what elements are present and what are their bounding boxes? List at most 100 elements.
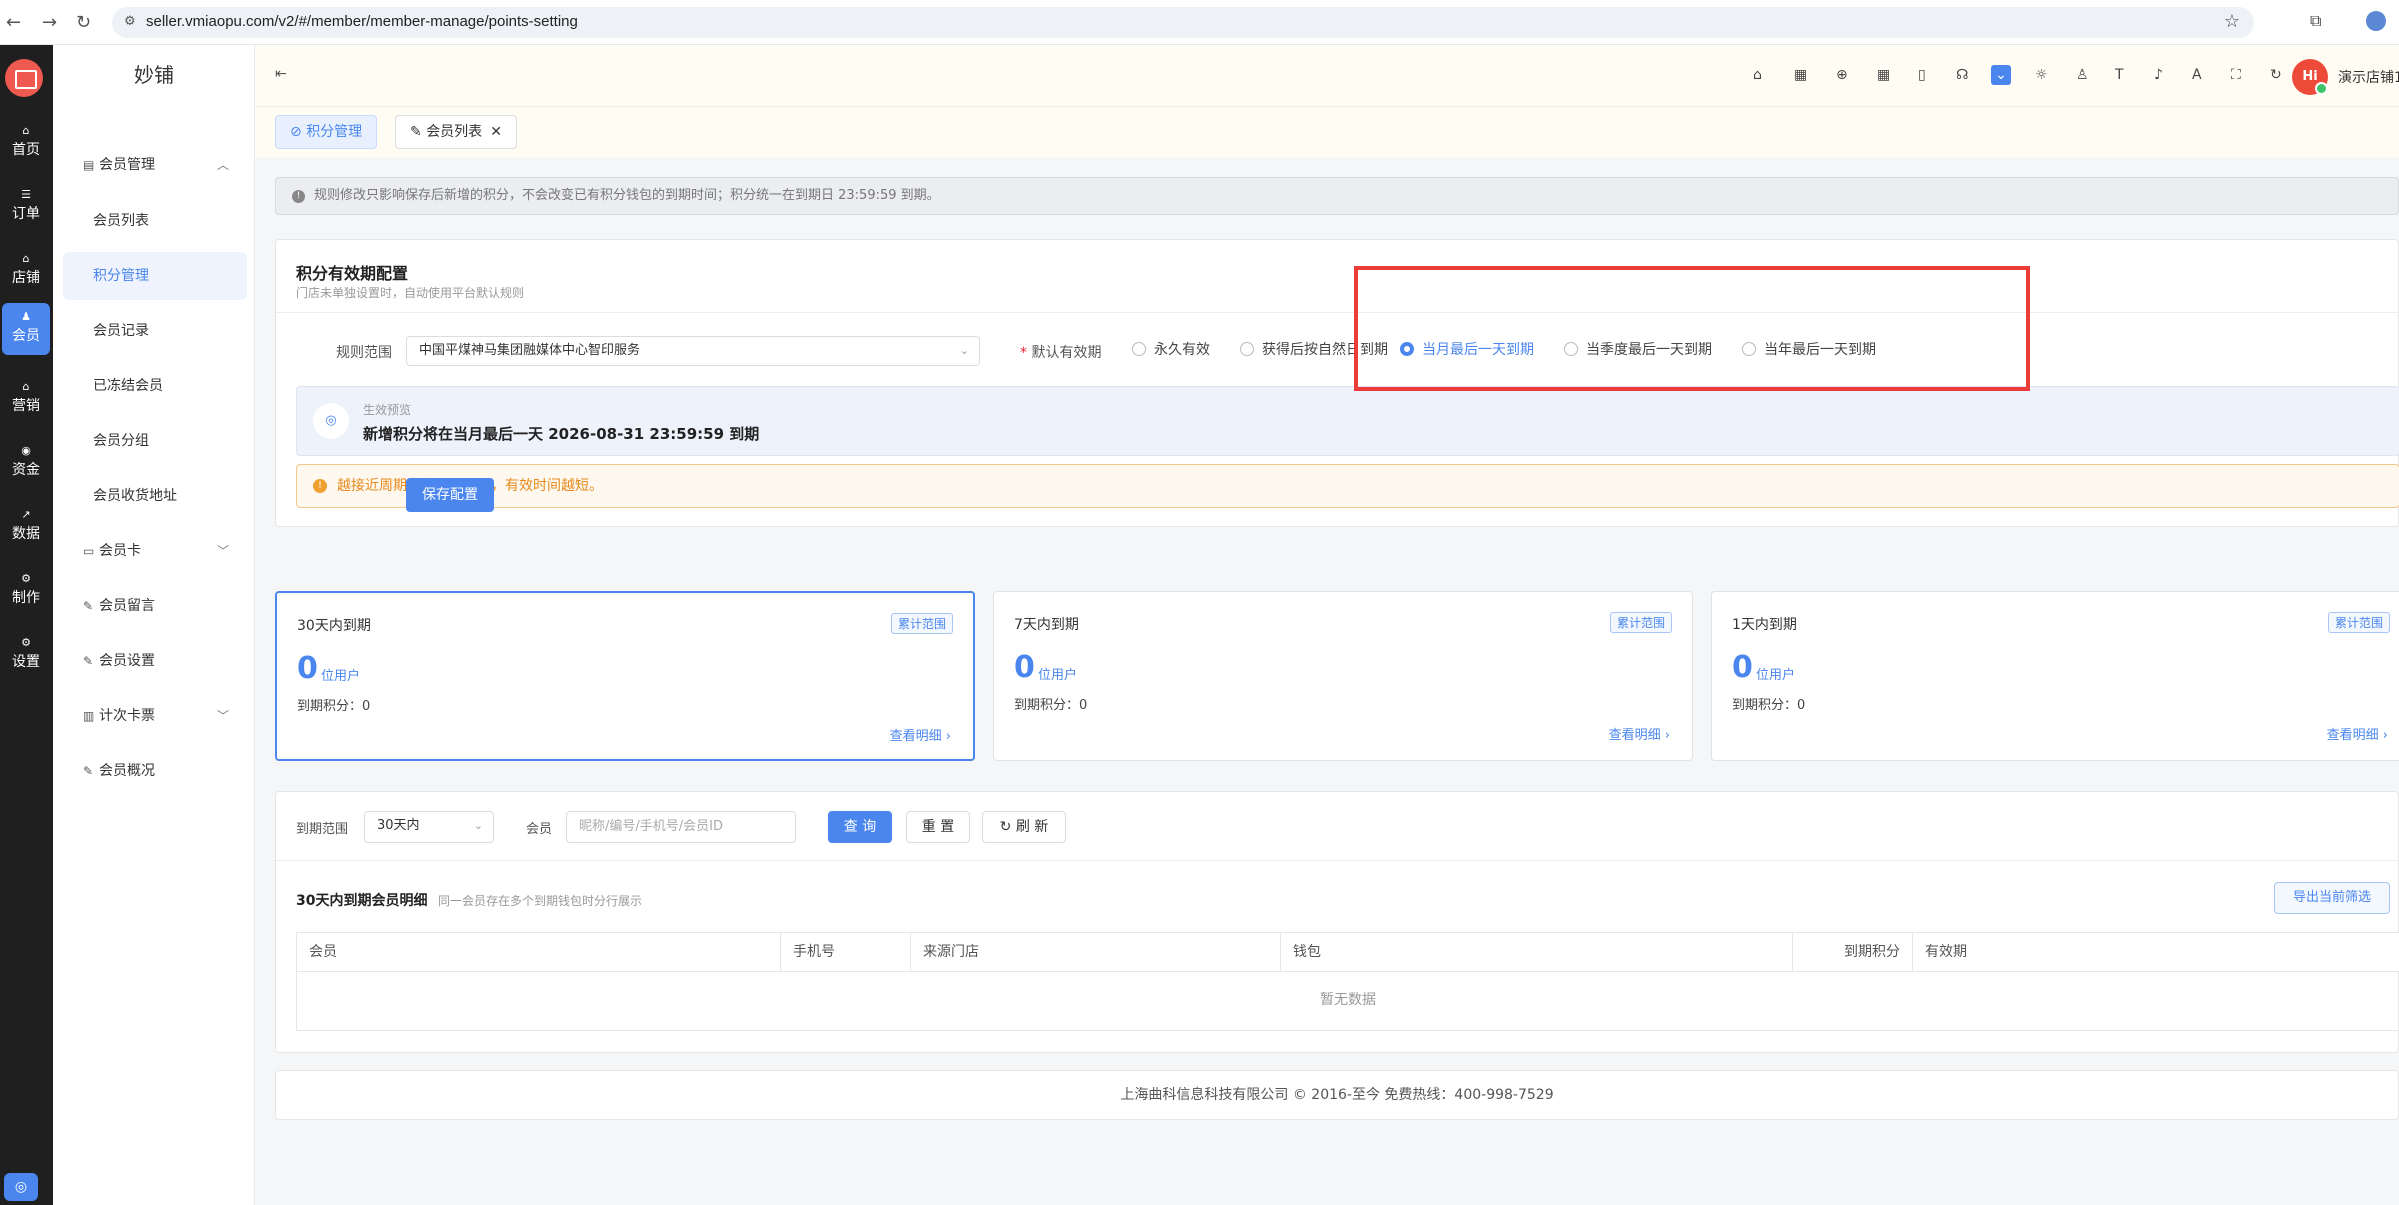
stat-card-7d[interactable]: 7天内到期 累计范围 0 位用户 到期积分：0 查看明细 › (993, 591, 1693, 761)
home-icon[interactable]: ⌂ (1753, 67, 1762, 83)
sun-icon[interactable]: ☼ (2035, 67, 2048, 83)
scope-select[interactable]: 中国平煤神马集团融媒体中心智印服务 ⌄ (406, 336, 980, 366)
stat-points: 到期积分：0 (1014, 698, 1088, 713)
sidebar-item-address[interactable]: 会员收货地址 (63, 472, 247, 520)
bookmark-star-icon[interactable]: ☆ (2224, 11, 2240, 32)
rail-item-funds[interactable]: ◉ 资金 (2, 437, 50, 489)
tab-member-list[interactable]: ✎ 会员列表 ✕ (395, 115, 517, 149)
dropdown-icon[interactable]: ⌄ (1991, 65, 2011, 85)
stat-card-30d[interactable]: 30天内到期 累计范围 0 位用户 到期积分：0 查看明细 › (275, 591, 975, 761)
range-select[interactable]: 30天内 ⌄ (364, 811, 494, 843)
column-header[interactable]: 来源门店 (911, 933, 1281, 971)
extensions-icon[interactable]: ⧉ (2310, 11, 2321, 31)
gift-icon: ⌂ (22, 380, 30, 393)
chevron-down-icon: ⌄ (959, 344, 969, 357)
mobile-icon[interactable]: ▯ (1918, 67, 1926, 83)
member-label: 会员 (526, 822, 553, 837)
shirt-icon[interactable]: ♙ (2076, 67, 2089, 83)
chart-icon: ↗ (21, 508, 31, 521)
back-icon[interactable]: ← (6, 12, 21, 33)
sidebar-group-member[interactable]: ▤ 会员管理 ︿ (63, 141, 247, 189)
globe-icon[interactable]: ⊕ (1836, 67, 1848, 83)
column-header[interactable]: 到期积分 (1793, 933, 1913, 971)
rail-item-data[interactable]: ↗ 数据 (2, 501, 50, 553)
site-info-icon[interactable]: ⚙ (124, 14, 136, 29)
sidebar-item-message[interactable]: ✎ 会员留言 (63, 582, 247, 630)
export-button[interactable]: 导出当前筛选 (2274, 882, 2390, 914)
table-hint: 同一会员存在多个到期钱包时分行展示 (438, 894, 643, 908)
sidebar-item-records[interactable]: 会员记录 (63, 307, 247, 355)
fullscreen-icon[interactable]: ⛶ (2231, 67, 2241, 83)
divider (276, 312, 2398, 313)
user-name[interactable]: 演示店铺1 (2338, 67, 2399, 87)
close-icon[interactable]: ✕ (490, 124, 502, 140)
ticket-icon: ▥ (83, 709, 95, 723)
gear-icon: ⚙ (21, 636, 31, 649)
sidebar-item-points[interactable]: 积分管理 (63, 252, 247, 300)
chevron-up-icon: ︿ (216, 158, 229, 172)
rail-item-home[interactable]: ⌂ 首页 (2, 117, 50, 169)
radio-permanent[interactable]: 永久有效 (1132, 341, 1210, 359)
rule-notice: ! 规则修改只影响保存后新增的积分，不会改变已有积分钱包的到期时间；积分统一在到期… (275, 177, 2399, 215)
rail-item-settings[interactable]: ⚙ 设置 (2, 629, 50, 681)
reset-button[interactable]: 重 置 (906, 811, 970, 843)
sidebar-item-frozen[interactable]: 已冻结会员 (63, 362, 247, 410)
footer: 上海曲科信息科技有限公司 © 2016-至今 免费热线：400-998-7529 (275, 1070, 2399, 1120)
column-header[interactable]: 会员 (297, 933, 781, 971)
main-content: ! 规则修改只影响保存后新增的积分，不会改变已有积分钱包的到期时间；积分统一在到期… (255, 157, 2399, 1205)
profile-icon[interactable] (2366, 11, 2386, 31)
column-header[interactable]: 手机号 (781, 933, 911, 971)
stat-count: 0 (297, 651, 318, 686)
font-size-icon[interactable]: T (2115, 67, 2124, 83)
rail-item-member[interactable]: ♟ 会员 (2, 303, 50, 355)
tab-points[interactable]: ⊘ 积分管理 (275, 115, 378, 149)
sidebar-item-member-settings[interactable]: ✎ 会员设置 (63, 637, 247, 685)
grid-icon[interactable]: ▦ (1877, 67, 1890, 83)
collapse-sidebar-icon[interactable]: ⇤ (275, 66, 287, 82)
column-header[interactable]: 有效期 (1913, 933, 2399, 971)
stat-unit: 位用户 (1038, 668, 1078, 683)
chevron-down-icon: ﹀ (216, 709, 229, 723)
list-icon: ☰ (21, 188, 31, 201)
shop-icon: ⌂ (22, 252, 30, 265)
app-rail: ⌂ 首页 ☰ 订单 ⌂ 店铺 ♟ 会员 ⌂ 营销 ◉ 资金 ↗ 数据 ⚙ 制作 ⚙ 设置 ◎ (0, 45, 53, 1205)
sidebar-item-member-list[interactable]: 会员列表 (63, 197, 247, 245)
sidebar-group-card[interactable]: ▭ 会员卡 ﹀ (63, 527, 247, 575)
rail-item-marketing[interactable]: ⌂ 营销 (2, 373, 50, 425)
stat-points: 到期积分：0 (1732, 698, 1806, 713)
page-tabs: ⊘ 积分管理 ✎ 会员列表 ✕ (255, 107, 2399, 157)
refresh-button[interactable]: ↻ 刷 新 (982, 811, 1066, 843)
member-search-input[interactable]: 昵称/编号/手机号/会员ID (566, 811, 796, 843)
bell-icon[interactable]: ♪ (2154, 67, 2163, 83)
stat-card-1d[interactable]: 1天内到期 累计范围 0 位用户 到期积分：0 查看明细 › (1711, 591, 2399, 761)
preview-caption: 生效预览 (363, 403, 412, 417)
sidebar-item-groups[interactable]: 会员分组 (63, 417, 247, 465)
qrcode-icon[interactable]: ▦ (1794, 67, 1807, 83)
forward-icon[interactable]: → (42, 12, 57, 33)
rail-item-shop[interactable]: ⌂ 店铺 (2, 245, 50, 297)
sidebar-item-overview[interactable]: ✎ 会员概况 (63, 747, 247, 795)
coin-icon: ◉ (21, 444, 31, 457)
rail-item-orders[interactable]: ☰ 订单 (2, 181, 50, 233)
refresh-icon[interactable]: ↻ (2270, 67, 2282, 83)
avatar[interactable]: Hi (2292, 59, 2328, 95)
stat-points: 到期积分：0 (297, 699, 371, 714)
save-config-button[interactable]: 保存配置 (406, 478, 494, 512)
brand-title: 妙铺 (134, 63, 174, 87)
view-detail-link[interactable]: 查看明细 › (890, 725, 951, 744)
config-title: 积分有效期配置 (296, 264, 409, 283)
address-bar[interactable]: ⚙ seller.vmiaopu.com/v2/#/member/member-… (112, 7, 2254, 38)
view-detail-link[interactable]: 查看明细 › (1609, 724, 1670, 743)
view-detail-link[interactable]: 查看明细 › (2327, 724, 2388, 743)
stat-badge: 累计范围 (890, 613, 953, 634)
url-text[interactable]: seller.vmiaopu.com/v2/#/member/member-ma… (146, 13, 578, 30)
sidebar-group-count-card[interactable]: ▥ 计次卡票 ﹀ (63, 692, 247, 740)
query-button[interactable]: 查 询 (828, 811, 892, 843)
translate-icon[interactable]: A (2192, 67, 2202, 83)
headset-icon[interactable]: ☊ (1956, 67, 1968, 83)
rail-footer-button[interactable]: ◎ (4, 1173, 38, 1201)
effect-preview: ◎ 生效预览 新增积分将在当月最后一天 2026-08-31 23:59:59 … (296, 386, 2399, 456)
rail-item-make[interactable]: ⚙ 制作 (2, 565, 50, 617)
reload-icon[interactable]: ↻ (76, 12, 91, 33)
column-header[interactable]: 钱包 (1281, 933, 1793, 971)
